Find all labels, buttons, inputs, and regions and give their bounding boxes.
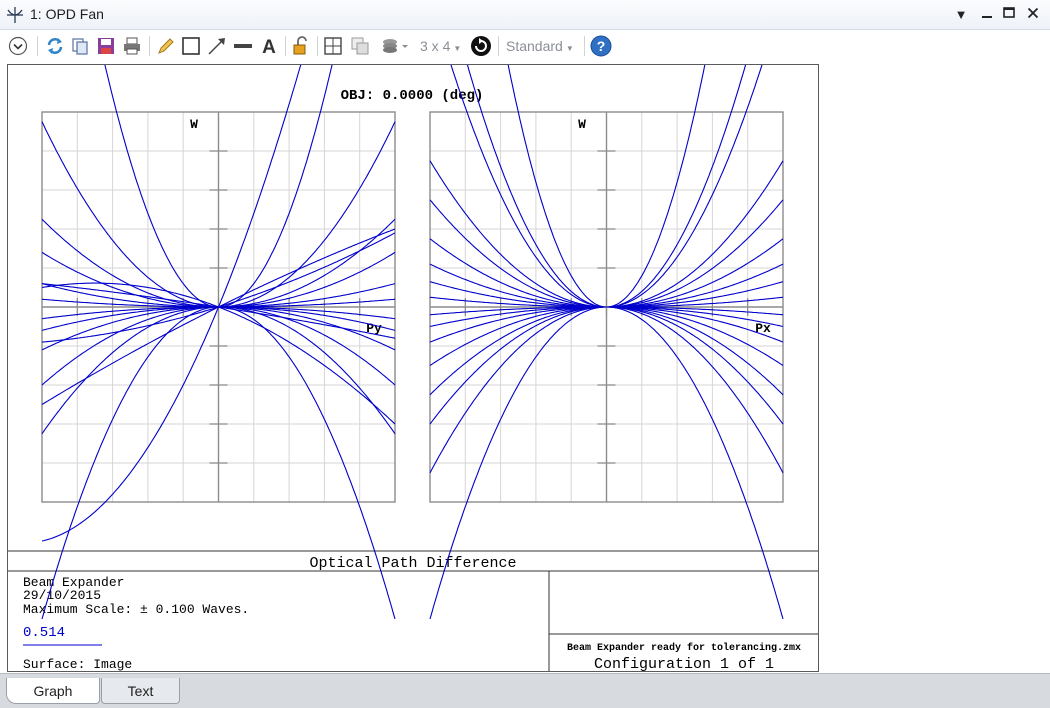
plot-canvas: OBJ: 0.0000 (deg) W Py W Px Optical Path… xyxy=(7,64,819,672)
line-icon[interactable] xyxy=(232,35,254,57)
text-icon[interactable]: A xyxy=(258,35,280,57)
overlay-icon[interactable] xyxy=(349,35,371,57)
style-label: Standard xyxy=(506,38,563,54)
layout-label: 3 x 4 xyxy=(420,38,451,54)
pencil-icon[interactable] xyxy=(155,35,177,57)
arrow-icon[interactable] xyxy=(206,35,228,57)
stack-icon[interactable] xyxy=(380,35,410,57)
title-bar: 1: OPD Fan ▼ xyxy=(0,0,1050,30)
minimize-icon[interactable] xyxy=(976,4,998,26)
svg-text:?: ? xyxy=(597,38,606,54)
info-line: Maximum Scale: ± 0.100 Waves. xyxy=(23,602,249,617)
opd-fan-icon xyxy=(7,7,23,23)
info-section-title: Optical Path Difference xyxy=(309,555,516,572)
opd-fan-plot: OBJ: 0.0000 (deg) W Py W Px Optical Path… xyxy=(8,65,818,672)
chevron-down-icon: ▼ xyxy=(565,44,574,53)
file-name: Beam Expander ready for tolerancing.zmx xyxy=(567,642,801,654)
print-icon[interactable] xyxy=(121,35,143,57)
window-title: 1: OPD Fan xyxy=(30,6,104,22)
surface-label: Surface: Image xyxy=(23,657,132,672)
tab-bar: Graph Text xyxy=(0,673,1050,708)
info-line: 29/10/2015 xyxy=(23,588,101,603)
tab-graph[interactable]: Graph xyxy=(6,678,100,704)
tab-text[interactable]: Text xyxy=(101,678,180,704)
svg-text:A: A xyxy=(262,37,276,56)
right-y-axis-label: W xyxy=(578,117,586,132)
save-icon[interactable] xyxy=(95,35,117,57)
cycle-icon[interactable] xyxy=(470,35,492,57)
dropdown-icon[interactable]: ▼ xyxy=(950,4,972,26)
left-y-axis-label: W xyxy=(190,117,198,132)
style-dropdown[interactable]: Standard ▼ xyxy=(506,38,574,54)
copy-icon[interactable] xyxy=(69,35,91,57)
close-icon[interactable] xyxy=(1022,4,1044,26)
empty-pane xyxy=(820,64,1050,673)
lock-icon[interactable] xyxy=(290,35,312,57)
layout-icon[interactable] xyxy=(322,35,344,57)
maximize-icon[interactable] xyxy=(998,4,1020,26)
layout-dropdown[interactable]: 3 x 4 ▼ xyxy=(420,38,461,54)
help-icon[interactable]: ? xyxy=(590,35,612,57)
chevron-down-icon: ▼ xyxy=(453,44,462,53)
rectangle-icon[interactable] xyxy=(180,35,202,57)
plot-header: OBJ: 0.0000 (deg) xyxy=(341,88,484,104)
toolbar: A 3 x 4 ▼ Standard ▼ ? xyxy=(0,30,1050,63)
wavelength-label: 0.514 xyxy=(23,625,65,641)
configuration-label: Configuration 1 of 1 xyxy=(594,656,774,672)
settings-dropdown-icon[interactable] xyxy=(7,35,29,57)
refresh-icon[interactable] xyxy=(44,35,66,57)
